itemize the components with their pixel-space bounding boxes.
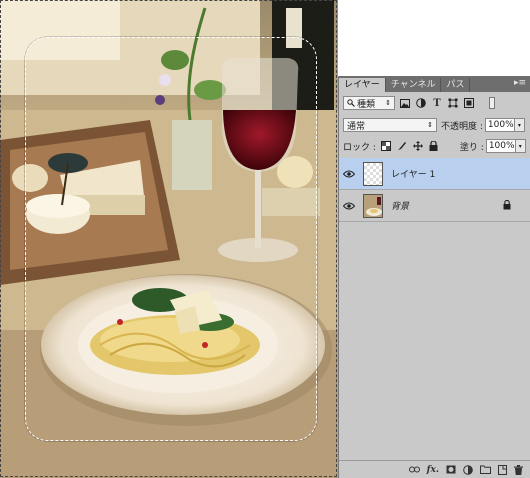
layer-name: レイヤー 1 — [391, 170, 436, 180]
image-filter-icon[interactable] — [399, 97, 411, 109]
layers-panel-footer: fx. — [339, 460, 530, 478]
layer-filter-row: 種類 ⇕ T — [339, 96, 530, 110]
layer-row-background[interactable]: 背景 — [339, 190, 530, 222]
new-layer-icon[interactable] — [498, 464, 507, 475]
layer-mask-icon[interactable] — [446, 465, 456, 474]
lock-position-icon[interactable] — [412, 140, 424, 152]
panel-menu-icon[interactable]: ▸≡ — [514, 78, 526, 88]
lock-transparent-pixels-icon[interactable] — [380, 140, 392, 152]
rounded-rectangle-selection[interactable] — [25, 37, 317, 441]
fill-dropdown-arrow[interactable]: ▾ — [515, 139, 526, 153]
smart-object-filter-icon[interactable] — [463, 97, 475, 109]
visibility-eye-icon[interactable] — [339, 202, 359, 210]
lock-label: ロック : — [343, 142, 376, 153]
layer-name: 背景 — [391, 202, 410, 212]
chevron-updown-icon: ⇕ — [427, 121, 433, 129]
visibility-eye-icon[interactable] — [339, 170, 359, 178]
chevron-updown-icon: ⇕ — [385, 99, 391, 107]
blend-opacity-row: 通常 ⇕ 不透明度 : 100% ▾ — [339, 118, 530, 132]
lock-image-pixels-icon[interactable] — [396, 140, 408, 152]
opacity-dropdown-arrow[interactable]: ▾ — [514, 118, 525, 132]
tab-paths[interactable]: パス — [441, 78, 471, 92]
layers-panel: レイヤー チャンネル パス ▸≡ 種類 ⇕ T 通常 ⇕ 不透明度: 100%… — [338, 76, 530, 478]
panel-tab-bar: レイヤー チャンネル パス ▸≡ — [339, 76, 530, 92]
tab-layers[interactable]: レイヤー — [339, 78, 386, 92]
link-layers-icon[interactable] — [408, 466, 420, 473]
lock-fill-row: ロック : 塗り : 100% ▾ — [339, 139, 530, 153]
adjustment-filter-icon[interactable] — [415, 97, 427, 109]
layer-lock-icon — [503, 199, 511, 213]
adjustment-layer-icon[interactable] — [463, 464, 473, 475]
tab-channels[interactable]: チャンネル — [386, 78, 442, 92]
type-filter-icon[interactable]: T — [431, 97, 443, 109]
search-icon — [347, 99, 355, 107]
layers-list: レイヤー 1 背景 — [339, 158, 530, 222]
lock-all-icon[interactable] — [428, 140, 440, 152]
trash-icon[interactable] — [514, 464, 523, 475]
opacity-input[interactable]: 100% — [484, 118, 515, 132]
blend-mode-dropdown[interactable]: 通常 ⇕ — [343, 118, 437, 132]
layer-row-layer1[interactable]: レイヤー 1 — [339, 158, 530, 190]
layer-thumbnail-photo — [363, 193, 383, 218]
filter-kind-label: 種類 — [357, 99, 376, 110]
fill-label: 塗り : — [459, 142, 484, 153]
blend-mode-value: 通常 — [347, 121, 366, 132]
fx-icon[interactable]: fx. — [427, 465, 439, 475]
layer-thumbnail-transparent — [363, 161, 383, 186]
fill-input[interactable]: 100% — [485, 139, 516, 153]
new-group-icon[interactable] — [480, 465, 491, 474]
filter-kind-dropdown[interactable]: 種類 ⇕ — [343, 96, 395, 110]
filter-toggle-switch[interactable] — [489, 97, 495, 109]
shape-filter-icon[interactable] — [447, 97, 459, 109]
opacity-label: 不透明度 : — [441, 121, 483, 132]
document-canvas[interactable] — [0, 0, 338, 478]
